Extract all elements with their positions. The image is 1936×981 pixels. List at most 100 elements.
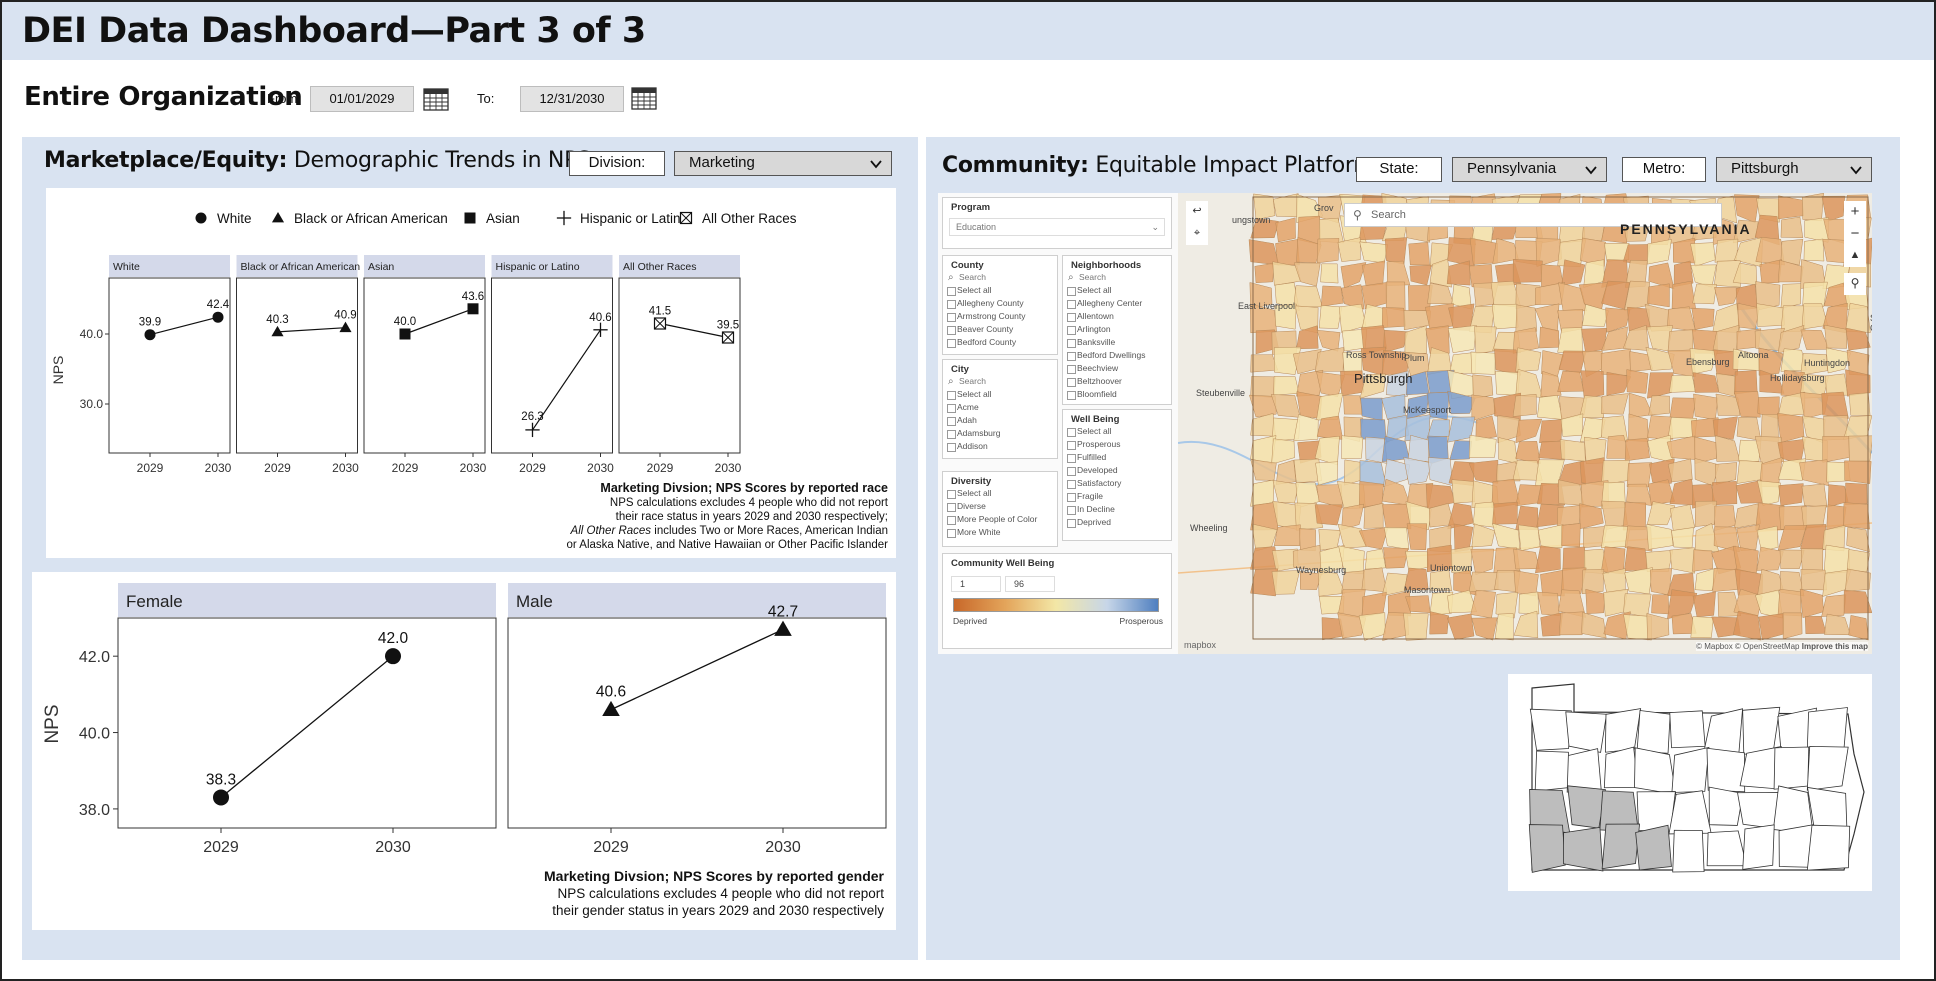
city-option[interactable]: Select all <box>943 388 1057 401</box>
wellbeing-option[interactable]: Prosperous <box>1063 438 1171 451</box>
select-area-icon[interactable]: ⌖ <box>1186 223 1208 245</box>
wellbeing-option[interactable]: Deprived <box>1063 516 1171 529</box>
neighborhood-option[interactable]: Allentown <box>1063 310 1171 323</box>
diversity-option[interactable]: More White <box>943 526 1057 539</box>
county-search[interactable]: Search <box>943 271 1057 284</box>
neighborhood-option[interactable]: Bloomfield <box>1063 388 1171 401</box>
tract-polygon <box>1823 544 1851 575</box>
tract-polygon <box>1539 326 1559 349</box>
tract-polygon <box>1518 591 1540 615</box>
neighborhoods-search[interactable]: Search <box>1063 271 1171 284</box>
county-grid <box>1528 683 1865 873</box>
city-filter[interactable]: City Search Select allAcmeAdahAdamsburgA… <box>942 359 1058 459</box>
map-filters: Program Education ⌄ County Search Select… <box>938 193 1178 654</box>
marker-triangle <box>271 211 285 223</box>
tract-polygon <box>1359 241 1389 264</box>
wellbeing-option[interactable]: Fulfilled <box>1063 451 1171 464</box>
diversity-option[interactable]: Diverse <box>943 500 1057 513</box>
wellbeing-option[interactable]: In Decline <box>1063 503 1171 516</box>
y-tick-label: 38.0 <box>79 802 110 819</box>
tract-polygon <box>1557 504 1582 527</box>
diversity-option[interactable]: Select all <box>943 487 1057 500</box>
neighborhood-option[interactable]: Arlington <box>1063 323 1171 336</box>
data-label: 26.3 <box>521 411 543 423</box>
neighborhood-option[interactable]: Bedford Dwellings <box>1063 349 1171 362</box>
marker-circle <box>212 311 224 323</box>
county-option[interactable]: Allegheny County <box>943 297 1057 310</box>
reset-view-icon[interactable]: ↩ <box>1186 201 1208 223</box>
to-date-input[interactable]: 12/31/2030 <box>520 86 624 112</box>
zoom-out-icon[interactable]: − <box>1844 223 1866 245</box>
tract-polygon <box>1624 438 1650 462</box>
calendar-icon[interactable] <box>422 86 450 112</box>
wellbeing-option[interactable]: Fragile <box>1063 490 1171 503</box>
tract-polygon <box>1384 237 1408 265</box>
caption-rest: includes Two or More Races, American Ind… <box>651 525 888 537</box>
county-option[interactable]: Select all <box>943 284 1057 297</box>
data-label: 40.9 <box>334 310 356 322</box>
neighborhood-option[interactable]: Allegheny Center <box>1063 297 1171 310</box>
tract-polygon <box>1622 502 1647 531</box>
program-select[interactable]: Education ⌄ <box>949 218 1165 236</box>
chevron-down-icon <box>1850 166 1862 175</box>
county-option[interactable]: Bedford County <box>943 336 1057 349</box>
cwb-max-input[interactable]: 96 <box>1005 576 1055 592</box>
tract-polygon <box>1429 611 1450 635</box>
county-highlighted <box>1528 824 1566 873</box>
compass-icon[interactable]: ▲ <box>1844 245 1866 267</box>
tract-polygon <box>1844 568 1871 592</box>
data-label: 42.7 <box>768 603 798 620</box>
city-option[interactable]: Addison <box>943 440 1057 453</box>
tract-polygon <box>1468 571 1499 593</box>
tract-polygon <box>1848 392 1871 416</box>
metro-select[interactable]: Pittsburgh <box>1716 157 1872 182</box>
cwb-min-input[interactable]: 1 <box>951 576 1001 592</box>
neighborhoods-filter[interactable]: Neighborhoods Search Select allAllegheny… <box>1062 255 1172 405</box>
tract-polygon <box>1669 375 1696 393</box>
county-option[interactable]: Armstrong County <box>943 310 1057 323</box>
map-credit-text: © Mapbox © OpenStreetMap <box>1696 642 1800 651</box>
neighborhood-option[interactable]: Beechview <box>1063 362 1171 375</box>
tract-polygon <box>1737 302 1760 330</box>
program-filter[interactable]: Program Education ⌄ <box>942 197 1172 249</box>
point-circle <box>385 648 401 665</box>
state-select[interactable]: Pennsylvania <box>1452 157 1607 182</box>
improve-map-link[interactable]: Improve this map <box>1802 642 1868 651</box>
tract-polygon <box>1843 502 1870 530</box>
data-label: 39.9 <box>139 317 161 329</box>
county <box>1671 746 1710 793</box>
zoom-in-icon[interactable]: + <box>1844 201 1866 223</box>
city-option[interactable]: Adah <box>943 414 1057 427</box>
tract-polygon <box>1580 370 1605 399</box>
tract-polygon <box>1451 479 1475 504</box>
from-date-input[interactable]: 01/01/2029 <box>310 86 414 112</box>
org-date-row: Entire Organization From: 01/01/2029 To:… <box>22 78 922 120</box>
tract-polygon <box>1382 547 1409 569</box>
county-option[interactable]: Beaver County <box>943 323 1057 336</box>
diversity-filter[interactable]: Diversity Select all Diverse More People o… <box>942 471 1058 547</box>
legend-label: Hispanic or Latino <box>580 211 688 226</box>
county-filter[interactable]: County Search Select allAllegheny County… <box>942 255 1058 355</box>
neighborhood-option[interactable]: Banksville <box>1063 336 1171 349</box>
diversity-option[interactable]: More People of Color <box>943 513 1057 526</box>
wellbeing-option[interactable]: Select all <box>1063 425 1171 438</box>
facet-label: All Other Races <box>623 261 697 273</box>
wellbeing-option[interactable]: Developed <box>1063 464 1171 477</box>
tract-polygon <box>1667 329 1694 353</box>
marker-circle <box>385 648 401 665</box>
division-select[interactable]: Marketing <box>674 151 892 176</box>
calendar-icon[interactable] <box>630 85 658 111</box>
neighborhood-option[interactable]: Select all <box>1063 284 1171 297</box>
y-tick-label: 30.0 <box>80 397 104 411</box>
wellbeing-filter[interactable]: Well Being Select all Prosperous Fulfilled… <box>1062 409 1172 541</box>
county <box>1806 824 1851 871</box>
city-search[interactable]: Search <box>943 375 1057 388</box>
wellbeing-option[interactable]: Satisfactory <box>1063 477 1171 490</box>
city-option[interactable]: Acme <box>943 401 1057 414</box>
neighborhood-option[interactable]: Beltzhoover <box>1063 375 1171 388</box>
choropleth-map[interactable] <box>1178 193 1872 654</box>
city-option[interactable]: Adamsburg <box>943 427 1057 440</box>
division-select-value: Marketing <box>689 154 755 171</box>
zoom-fit-icon[interactable]: ⚲ <box>1844 273 1866 295</box>
county <box>1737 791 1780 830</box>
